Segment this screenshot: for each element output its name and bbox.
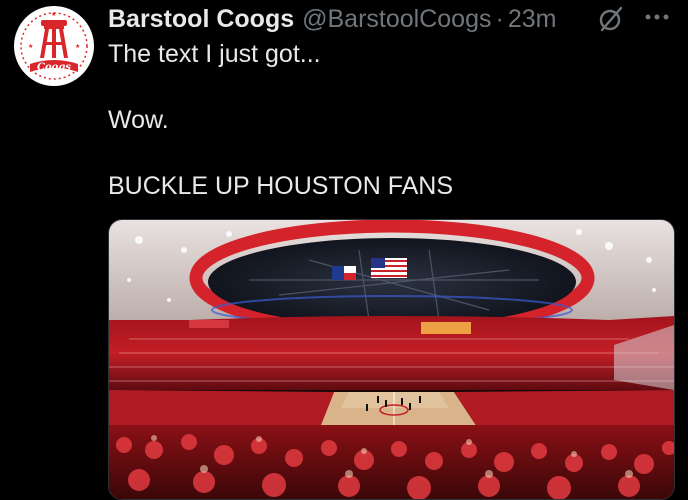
svg-text:★: ★ — [51, 11, 56, 18]
svg-text:★: ★ — [28, 43, 33, 50]
author-name[interactable]: Barstool Coogs — [108, 5, 294, 34]
avatar[interactable]: Coogs ★ ★ ★ — [14, 6, 94, 86]
timestamp[interactable]: 23m — [508, 5, 557, 34]
tweet-image-arena[interactable] — [108, 219, 675, 500]
tweet[interactable]: Coogs ★ ★ ★ Barstool Coogs @BarstoolCoog… — [0, 0, 688, 500]
svg-text:Coogs: Coogs — [37, 62, 71, 73]
tweet-line-3: BUCKLE UP HOUSTON FANS — [108, 172, 453, 200]
tweet-header: Barstool Coogs @BarstoolCoogs · 23m — [108, 2, 556, 36]
more-options-icon[interactable] — [643, 6, 673, 32]
tweet-line-2: Wow. — [108, 106, 169, 134]
tweet-line-1: The text I just got... — [108, 40, 321, 68]
separator: · — [495, 4, 504, 33]
svg-text:★: ★ — [75, 43, 80, 50]
author-handle[interactable]: @BarstoolCoogs — [302, 5, 491, 34]
tweet-text: The text I just got... Wow. BUCKLE UP HO… — [108, 38, 453, 203]
grok-icon[interactable] — [596, 4, 626, 34]
barstool-logo: Coogs ★ ★ ★ — [16, 8, 92, 84]
